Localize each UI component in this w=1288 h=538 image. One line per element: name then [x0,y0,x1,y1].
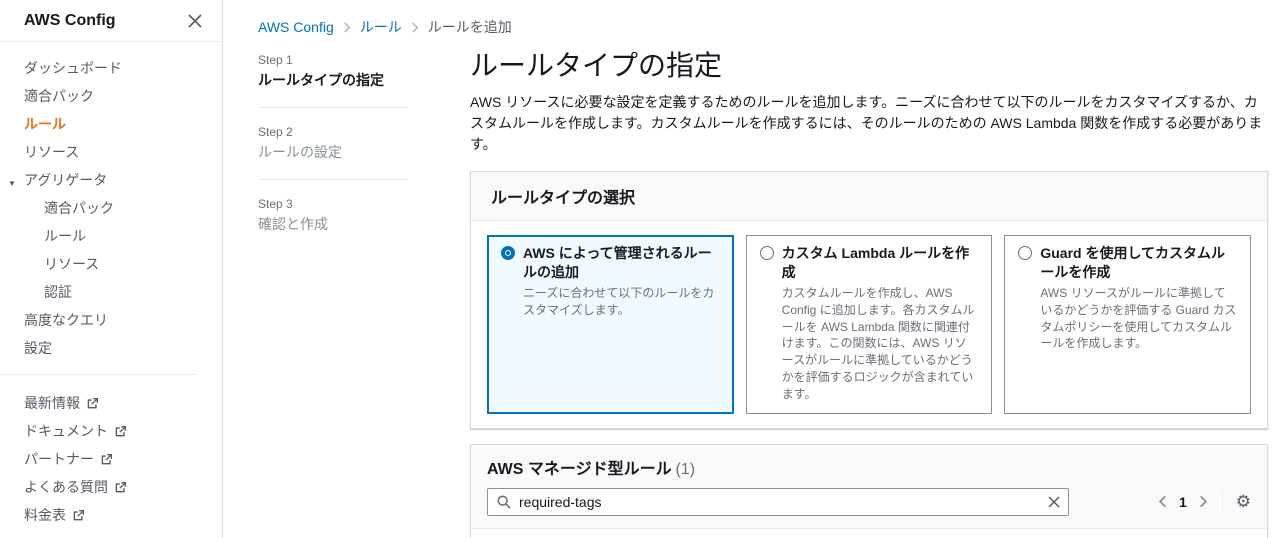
rule-search-input[interactable] [519,493,1040,510]
rule-type-card: ルールタイプの選択 AWS によって管理されるルールの追加 ニーズに合わせて以下… [470,171,1268,429]
step-2: Step 2 ルールの設定 [258,125,470,162]
sidebar-link-faq[interactable]: よくある質問 [0,475,222,499]
sidebar-link-whats-new[interactable]: 最新情報 [0,391,222,415]
step-divider [258,179,408,180]
step-1: Step 1 ルールタイプの指定 [258,53,470,90]
settings-gear-icon[interactable]: ⚙ [1236,493,1251,510]
external-link-icon [115,425,126,436]
sidebar-item-agg-rules[interactable]: ルール [0,224,222,248]
tile-custom-lambda-rule[interactable]: カスタム Lambda ルールを作成 カスタムルールを作成し、AWS Confi… [745,235,993,414]
chevron-right-icon [411,21,419,33]
sidebar-divider [0,374,198,375]
controls-divider [1221,490,1223,513]
step-1-link[interactable]: ルールタイプの指定 [258,70,470,90]
clear-search-icon[interactable] [1048,496,1060,508]
breadcrumb: AWS Config ルール ルールを追加 [258,18,1268,36]
step-3: Step 3 確認と作成 [258,197,470,234]
sidebar-item-settings[interactable]: 設定 [0,336,222,360]
sidebar-item-agg-authorizations[interactable]: 認証 [0,280,222,304]
sidebar-item-agg-resources[interactable]: リソース [0,252,222,276]
sidebar-item-label: アグリゲータ [24,172,108,188]
tile-aws-managed-rules[interactable]: AWS によって管理されるルールの追加 ニーズに合わせて以下のルールをカスタマイ… [487,235,734,414]
managed-rules-card: AWS マネージド型ルール (1) required-tags 1 ⚙ [470,443,1268,538]
rule-type-card-header: ルールタイプの選択 [471,172,1267,221]
external-link-icon [115,481,126,492]
radio-unselected-icon[interactable] [759,246,774,260]
close-icon[interactable] [188,14,202,28]
select-column-header [471,528,503,538]
page-title: ルールタイプの指定 [470,50,723,81]
sidebar-link-documentation[interactable]: ドキュメント [0,419,222,443]
breadcrumb-link-aws-config[interactable]: AWS Config [258,18,334,36]
chevron-down-icon: ▼ [8,179,16,188]
sidebar-item-dashboard[interactable]: ダッシュボード [0,56,222,80]
step-number: Step 1 [258,53,293,67]
link-label: ドキュメント [24,423,108,439]
search-icon [497,495,511,509]
sidebar-header: AWS Config [0,0,222,42]
label-column-header: ラベル [591,528,703,538]
tile-title: カスタム Lambda ルールを作成 [781,245,970,280]
current-page-number[interactable]: 1 [1179,494,1187,510]
tile-description: ニーズに合わせて以下のルールをカスタマイズします。 [523,286,715,317]
steps-nav: Step 1 ルールタイプの指定 Step 2 ルールの設定 Step 3 確認… [258,48,470,538]
sidebar-item-advanced-queries[interactable]: 高度なクエリ [0,308,222,332]
tile-description: カスタムルールを作成し、AWS Config に追加します。各カスタムルールを … [781,286,975,401]
sidebar-nav: ダッシュボード 適合パック ルール リソース ▼ アグリゲータ 適合パック ルー… [0,42,222,538]
tile-title: AWS によって管理されるルールの追加 [523,245,712,280]
tile-title: Guard を使用してカスタムルールを作成 [1040,245,1226,280]
radio-selected-icon[interactable] [501,246,515,260]
managed-rules-title: AWS マネージド型ルール [487,460,672,478]
rule-type-card-title: ルールタイプの選択 [491,190,636,207]
sidebar-item-aggregators[interactable]: ▼ アグリゲータ [0,168,222,192]
sidebar-link-pricing[interactable]: 料金表 [0,503,222,527]
sidebar-title: AWS Config [24,12,116,29]
link-label: 最新情報 [24,395,80,411]
step-3-link[interactable]: 確認と作成 [258,214,470,234]
step-divider [258,107,408,108]
external-link-icon [101,453,112,464]
managed-rules-count: (1) [675,460,696,478]
sidebar-link-partners[interactable]: パートナー [0,447,222,471]
external-link-icon [87,397,98,408]
link-label: 料金表 [24,507,66,523]
sidebar-item-conformance-packs[interactable]: 適合パック [0,84,222,108]
link-label: よくある質問 [24,479,108,495]
sidebar-item-agg-conformance-packs[interactable]: 適合パック [0,196,222,220]
sidebar-item-resources[interactable]: リソース [0,140,222,164]
page-description: AWS リソースに必要な設定を定義するためのルールを追加します。ニーズに合わせて… [470,94,1263,152]
radio-unselected-icon[interactable] [1018,246,1033,260]
aws-config-console: AWS Config ダッシュボード 適合パック ルール リソース ▼ アグリゲ… [0,0,1288,538]
description-column-header: 説明 [703,528,1267,538]
breadcrumb-current: ルールを追加 [427,19,512,35]
previous-page-icon[interactable] [1158,495,1167,508]
sidebar: AWS Config ダッシュボード 適合パック ルール リソース ▼ アグリゲ… [0,0,223,538]
tile-guard-custom-rule[interactable]: Guard を使用してカスタムルールを作成 AWS リソースがルールに準拠してい… [1004,235,1252,414]
pagination: 1 [1158,494,1208,510]
link-label: パートナー [24,451,94,467]
name-column-header[interactable]: 名前 ▲ [503,528,591,538]
chevron-right-icon [343,21,351,33]
next-page-icon[interactable] [1199,495,1208,508]
breadcrumb-link-rules[interactable]: ルール [360,18,402,36]
step-number: Step 2 [258,125,293,139]
external-link-icon [73,509,84,520]
step-2-link[interactable]: ルールの設定 [258,142,470,162]
managed-rules-header: AWS マネージド型ルール (1) required-tags 1 ⚙ [471,444,1267,529]
sidebar-item-rules[interactable]: ルール [0,112,222,136]
main-content: AWS Config ルール ルールを追加 Step 1 ルールタイプの指定 S… [223,0,1288,538]
managed-rules-table: 名前 ▲ ラベル 説明 [471,528,1267,538]
tile-description: AWS リソースがルールに準拠しているかどうかを評価する Guard カスタムポ… [1040,286,1237,351]
rule-search-box[interactable] [487,487,1069,516]
step-number: Step 3 [258,197,293,211]
